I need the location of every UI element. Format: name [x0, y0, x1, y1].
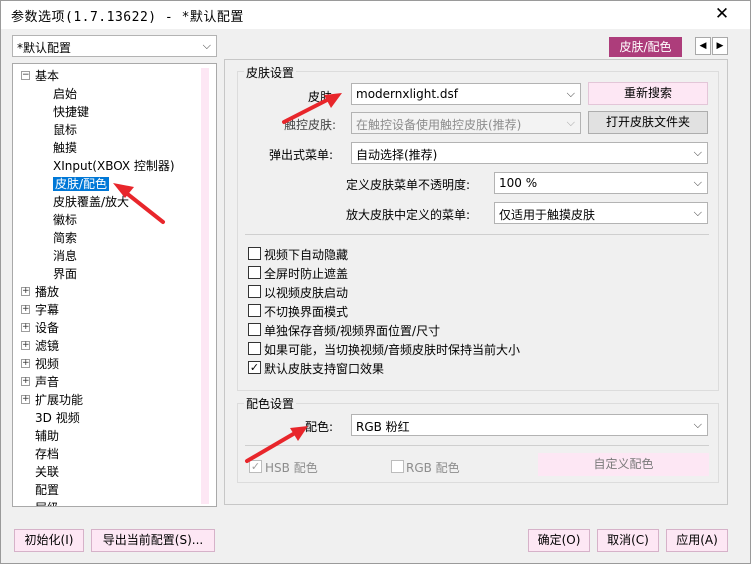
annotation-arrows [113, 93, 342, 463]
preferences-window: 参数选项(1.7.13622) - *默认配置 ✕ *默认配置 ⌵ − 基本 启始快… [0, 0, 751, 564]
annotation-arrow [282, 97, 331, 124]
annotation-arrow [245, 431, 297, 463]
annotation-arrow [123, 190, 165, 224]
